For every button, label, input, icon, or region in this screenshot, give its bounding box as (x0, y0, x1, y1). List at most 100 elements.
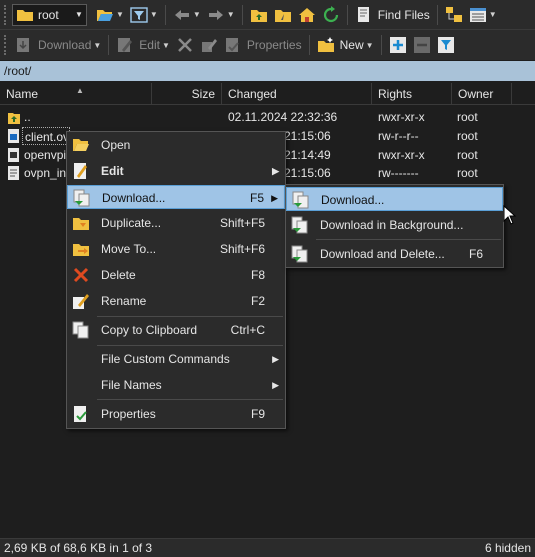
refresh-button[interactable] (319, 3, 343, 27)
toolbar-grip[interactable] (4, 4, 8, 25)
find-files-label: Find Files (377, 7, 430, 22)
menu-separator (97, 399, 283, 400)
menu-item-custom-commands[interactable]: File Custom Commands ▶ (67, 347, 285, 371)
toolbar-grip[interactable] (4, 35, 8, 55)
menu-label: Move To... (101, 242, 157, 256)
download-delete-icon (291, 245, 308, 263)
submenu-item-download-background[interactable]: Download in Background... (286, 213, 503, 237)
column-header-changed[interactable]: Changed (222, 83, 372, 105)
find-files-button[interactable]: Find Files (352, 3, 433, 27)
path-bar[interactable]: /root/ (0, 61, 535, 81)
root-directory-button[interactable] (271, 3, 295, 27)
filter-button[interactable]: ▼ (127, 3, 161, 27)
column-rights-label: Rights (378, 87, 413, 101)
home-directory-button[interactable] (295, 3, 319, 27)
file-toolbar: Download ▼ Edit ▼ Properties New ▼ (0, 30, 535, 60)
edit-button[interactable]: Edit ▼ (113, 33, 173, 57)
root-folder-icon (274, 9, 291, 22)
tree-icon (445, 6, 462, 22)
chevron-down-icon[interactable]: ▼ (72, 10, 86, 19)
file-rights: rw-r--r-- (378, 129, 419, 143)
column-header-size[interactable]: Size (152, 83, 222, 105)
separator (241, 4, 243, 25)
submenu-item-download[interactable]: Download... (286, 187, 503, 211)
menu-shortcut: Shift+F5 (219, 216, 265, 230)
filter-icon (130, 6, 148, 23)
table-row[interactable]: .. 02.11.2024 22:32:36 rwxr-xr-x root (0, 108, 535, 126)
file-name: openvpi (24, 148, 67, 162)
menu-item-copy-clipboard[interactable]: Copy to Clipboard Ctrl+C (67, 318, 285, 342)
download-background-icon (291, 216, 308, 234)
separator (380, 35, 382, 55)
submenu-arrow-icon: ▶ (271, 193, 278, 203)
sort-up-icon: ▲ (76, 86, 84, 95)
forward-button[interactable]: ▼ (204, 3, 238, 27)
status-bar: 2,69 KB of 68,6 KB in 1 of 3 6 hidden (0, 538, 535, 557)
menu-item-download[interactable]: Download... F5 ▶ (67, 185, 285, 209)
separator (346, 4, 348, 25)
menu-shortcut: F6 (468, 247, 483, 261)
refresh-icon (323, 5, 338, 22)
new-button[interactable]: New ▼ (314, 33, 377, 57)
menu-item-properties[interactable]: Properties F9 (67, 402, 285, 426)
location-combo[interactable]: root ▼ (12, 3, 87, 26)
file-list-header: Name ▲ Size Changed Rights Owner (0, 83, 535, 105)
file-changed: 02.11.2024 22:32:36 (228, 110, 338, 124)
menu-shortcut: Shift+F6 (219, 242, 265, 256)
menu-item-rename[interactable]: Rename F2 (67, 289, 285, 313)
menu-item-open[interactable]: Open (67, 133, 285, 157)
copy-icon (72, 321, 89, 339)
properties-icon (225, 38, 239, 52)
filter-files-button[interactable] (434, 33, 458, 57)
back-button[interactable]: ▼ (170, 3, 204, 27)
file-changed: 21:14:49 (284, 148, 331, 162)
properties-button[interactable]: Properties (221, 33, 305, 57)
menu-label: Download and Delete... (320, 247, 445, 261)
open-directory-button[interactable]: ▼ (93, 3, 127, 27)
submenu-arrow-icon: ▶ (272, 354, 279, 364)
column-size-label: Size (191, 87, 215, 101)
status-selection: 2,69 KB of 68,6 KB in 1 of 3 (4, 541, 153, 555)
menu-item-delete[interactable]: Delete F8 (67, 263, 285, 287)
chevron-down-icon: ▼ (226, 10, 235, 19)
file-icon (8, 148, 19, 162)
unselect-files-button[interactable] (410, 33, 434, 57)
file-icon (8, 129, 19, 143)
duplicate-icon (73, 218, 89, 230)
new-label: New (339, 38, 364, 52)
rename-button[interactable] (197, 33, 221, 57)
status-hidden-count[interactable]: 6 hidden (485, 541, 531, 555)
file-owner: root (457, 129, 478, 143)
menu-item-move[interactable]: Move To... Shift+F6 (67, 237, 285, 261)
minus-icon (413, 37, 430, 53)
column-header-name[interactable]: Name ▲ (0, 83, 152, 105)
select-files-button[interactable] (386, 33, 410, 57)
download-icon (73, 189, 90, 207)
tree-button[interactable] (442, 3, 466, 27)
menu-shortcut: F9 (250, 407, 265, 421)
file-owner: root (457, 148, 478, 162)
submenu-item-download-delete[interactable]: Download and Delete... F6 (286, 242, 503, 266)
view-mode-button[interactable]: ▼ (466, 3, 500, 27)
edit-icon (74, 163, 87, 179)
column-header-rights[interactable]: Rights (372, 83, 452, 105)
download-button[interactable]: Download ▼ (12, 33, 104, 57)
parent-folder-icon (250, 9, 267, 22)
menu-item-file-names[interactable]: File Names ▶ (67, 373, 285, 397)
chevron-down-icon: ▼ (116, 10, 124, 19)
download-submenu: Download... Download in Background... Do… (285, 184, 504, 268)
column-name-label: Name (6, 87, 39, 101)
file-rights: rwxr-xr-x (378, 148, 425, 162)
column-header-owner[interactable]: Owner (452, 83, 512, 105)
submenu-arrow-icon: ▶ (272, 166, 279, 176)
menu-item-edit[interactable]: Edit ▶ (67, 159, 285, 183)
delete-button[interactable] (173, 33, 197, 57)
properties-label: Properties (246, 38, 302, 52)
download-icon (17, 38, 29, 52)
file-name: client.ov (22, 127, 70, 145)
menu-item-duplicate[interactable]: Duplicate... Shift+F5 (67, 211, 285, 235)
menu-label: Download... (102, 191, 166, 205)
file-owner: root (457, 166, 478, 180)
menu-separator (316, 239, 501, 240)
parent-directory-button[interactable] (247, 3, 271, 27)
